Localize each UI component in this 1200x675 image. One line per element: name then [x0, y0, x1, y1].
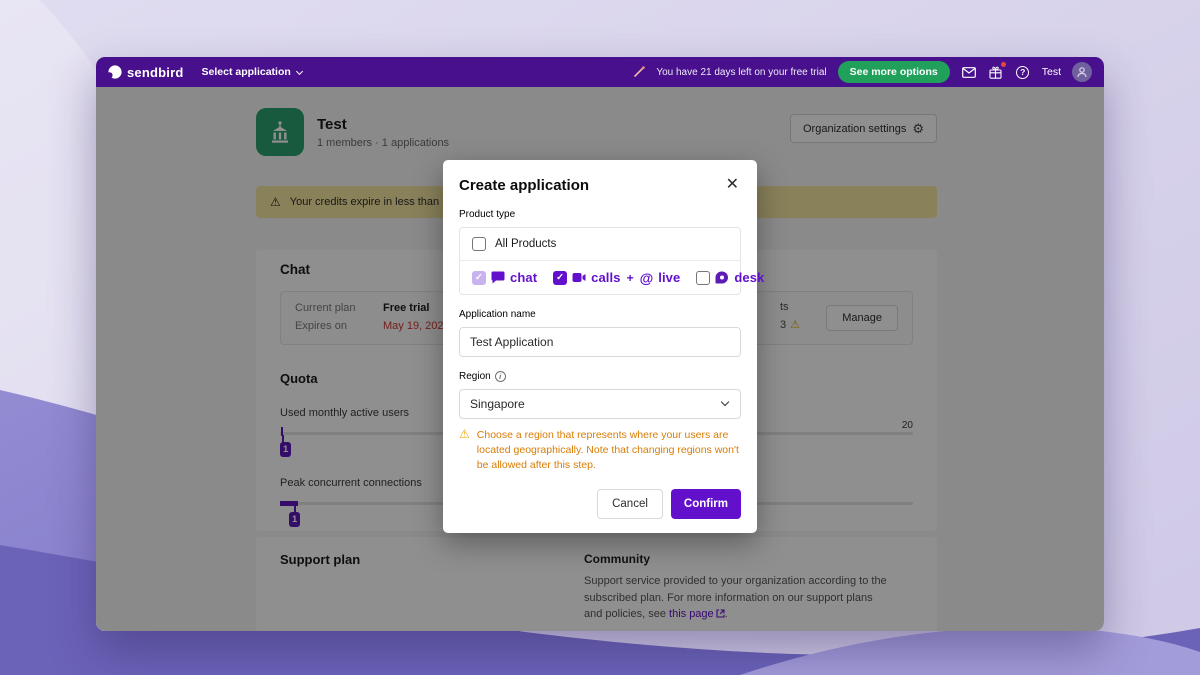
product-type-box: ✓ All Products ✓ chat ✓ — [459, 227, 741, 295]
product-desk: ✓ desk — [696, 270, 764, 285]
calls-checkbox[interactable]: ✓ — [553, 271, 567, 285]
notification-dot — [1001, 62, 1006, 67]
trial-notice: You have 21 days left on your free trial — [656, 67, 826, 78]
person-icon — [1076, 66, 1088, 78]
desk-label: desk — [734, 270, 764, 285]
sendbird-logo: sendbird — [108, 65, 184, 80]
navbar-right: You have 21 days left on your free trial… — [633, 61, 1092, 83]
region-select[interactable]: Singapore — [459, 389, 741, 419]
chat-bubble-icon — [491, 271, 505, 284]
live-label: live — [658, 270, 680, 285]
product-calls-live: ✓ calls + @ live — [553, 270, 680, 285]
help-icon[interactable]: ? — [1015, 64, 1031, 80]
cancel-button[interactable]: Cancel — [597, 489, 663, 519]
region-warning-text: Choose a region that represents where yo… — [477, 428, 741, 474]
chevron-down-icon — [296, 67, 303, 74]
region-selected-value: Singapore — [470, 397, 525, 411]
see-more-options-button[interactable]: See more options — [838, 61, 950, 83]
avatar[interactable] — [1072, 62, 1092, 82]
plus-sign: + — [627, 271, 634, 285]
chat-checkbox[interactable]: ✓ — [472, 271, 486, 285]
region-label: Region — [459, 371, 491, 382]
chat-label: chat — [510, 270, 537, 285]
top-navbar: sendbird Select application You have 21 … — [96, 57, 1104, 87]
calls-label: calls — [591, 270, 620, 285]
application-name-input[interactable] — [459, 327, 741, 357]
video-call-icon — [572, 272, 586, 283]
rocket-icon — [633, 66, 645, 78]
create-application-modal: Create application ✕ Product type ✓ All … — [443, 160, 757, 533]
logo-text: sendbird — [127, 65, 184, 80]
product-chat: ✓ chat — [472, 270, 537, 285]
desk-checkbox[interactable]: ✓ — [696, 271, 710, 285]
select-chevron-icon — [721, 398, 729, 406]
desk-bubble-icon — [715, 271, 729, 284]
info-icon[interactable]: i — [495, 371, 506, 382]
live-icon: @ — [640, 271, 654, 285]
desktop: sendbird Select application You have 21 … — [0, 0, 1200, 675]
application-name-label: Application name — [459, 309, 741, 320]
all-products-checkbox[interactable]: ✓ — [472, 237, 486, 251]
product-type-label: Product type — [459, 209, 741, 220]
confirm-button[interactable]: Confirm — [671, 489, 741, 519]
select-application-dropdown[interactable]: Select application — [202, 66, 302, 78]
sendbird-logo-icon — [108, 65, 122, 79]
user-name: Test — [1042, 66, 1061, 78]
region-label-row: Region i — [459, 371, 741, 382]
region-warning: ⚠ Choose a region that represents where … — [459, 428, 741, 474]
close-icon[interactable]: ✕ — [724, 175, 741, 195]
gift-icon[interactable] — [988, 64, 1004, 80]
mail-icon[interactable] — [961, 64, 977, 80]
modal-title: Create application — [459, 177, 589, 194]
all-products-label: All Products — [495, 238, 556, 250]
region-warning-icon: ⚠ — [459, 428, 470, 474]
select-application-label: Select application — [202, 66, 291, 78]
